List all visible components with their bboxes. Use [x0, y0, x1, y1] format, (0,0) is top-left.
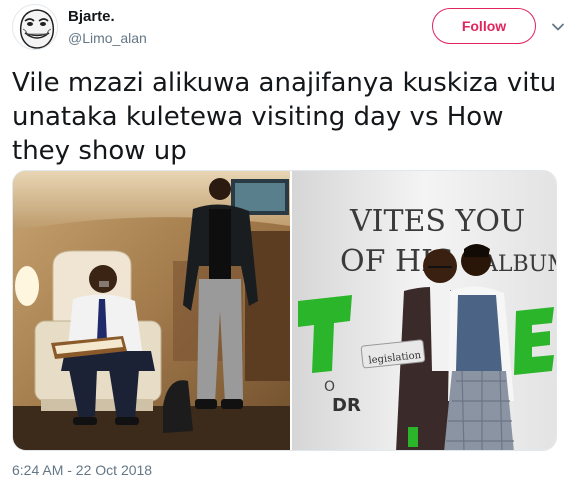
photo-couple-poster[interactable]: VITES YOU OF HIS ALBUM DR O legislation — [292, 171, 557, 450]
photo-private-jet[interactable] — [13, 171, 290, 450]
tweet-media[interactable]: VITES YOU OF HIS ALBUM DR O legislation — [12, 170, 557, 451]
tweet-timestamp[interactable]: 6:24 AM - 22 Oct 2018 — [12, 462, 152, 478]
author-name[interactable]: Bjarte. — [68, 8, 115, 25]
author-handle[interactable]: @Limo_alan — [68, 30, 147, 46]
poster-text-album: ALBUM — [481, 252, 557, 277]
follow-button[interactable]: Follow — [432, 8, 536, 44]
chevron-down-icon[interactable] — [551, 20, 565, 34]
couple-poster-photo: VITES YOU OF HIS ALBUM DR O legislation — [292, 171, 557, 450]
private-jet-photo — [13, 171, 290, 450]
tweet-text: Vile mzazi alikuwa anajifanya kuskiza vi… — [12, 68, 557, 166]
poster-text-dr: DR — [332, 395, 361, 416]
avatar[interactable] — [12, 4, 58, 50]
trollface-avatar-icon — [13, 5, 57, 49]
tweet-card: Bjarte. @Limo_alan Follow Vile mzazi ali… — [0, 0, 570, 490]
poster-text-top: VITES YOU — [349, 204, 525, 239]
poster-text-o: O — [324, 379, 335, 395]
